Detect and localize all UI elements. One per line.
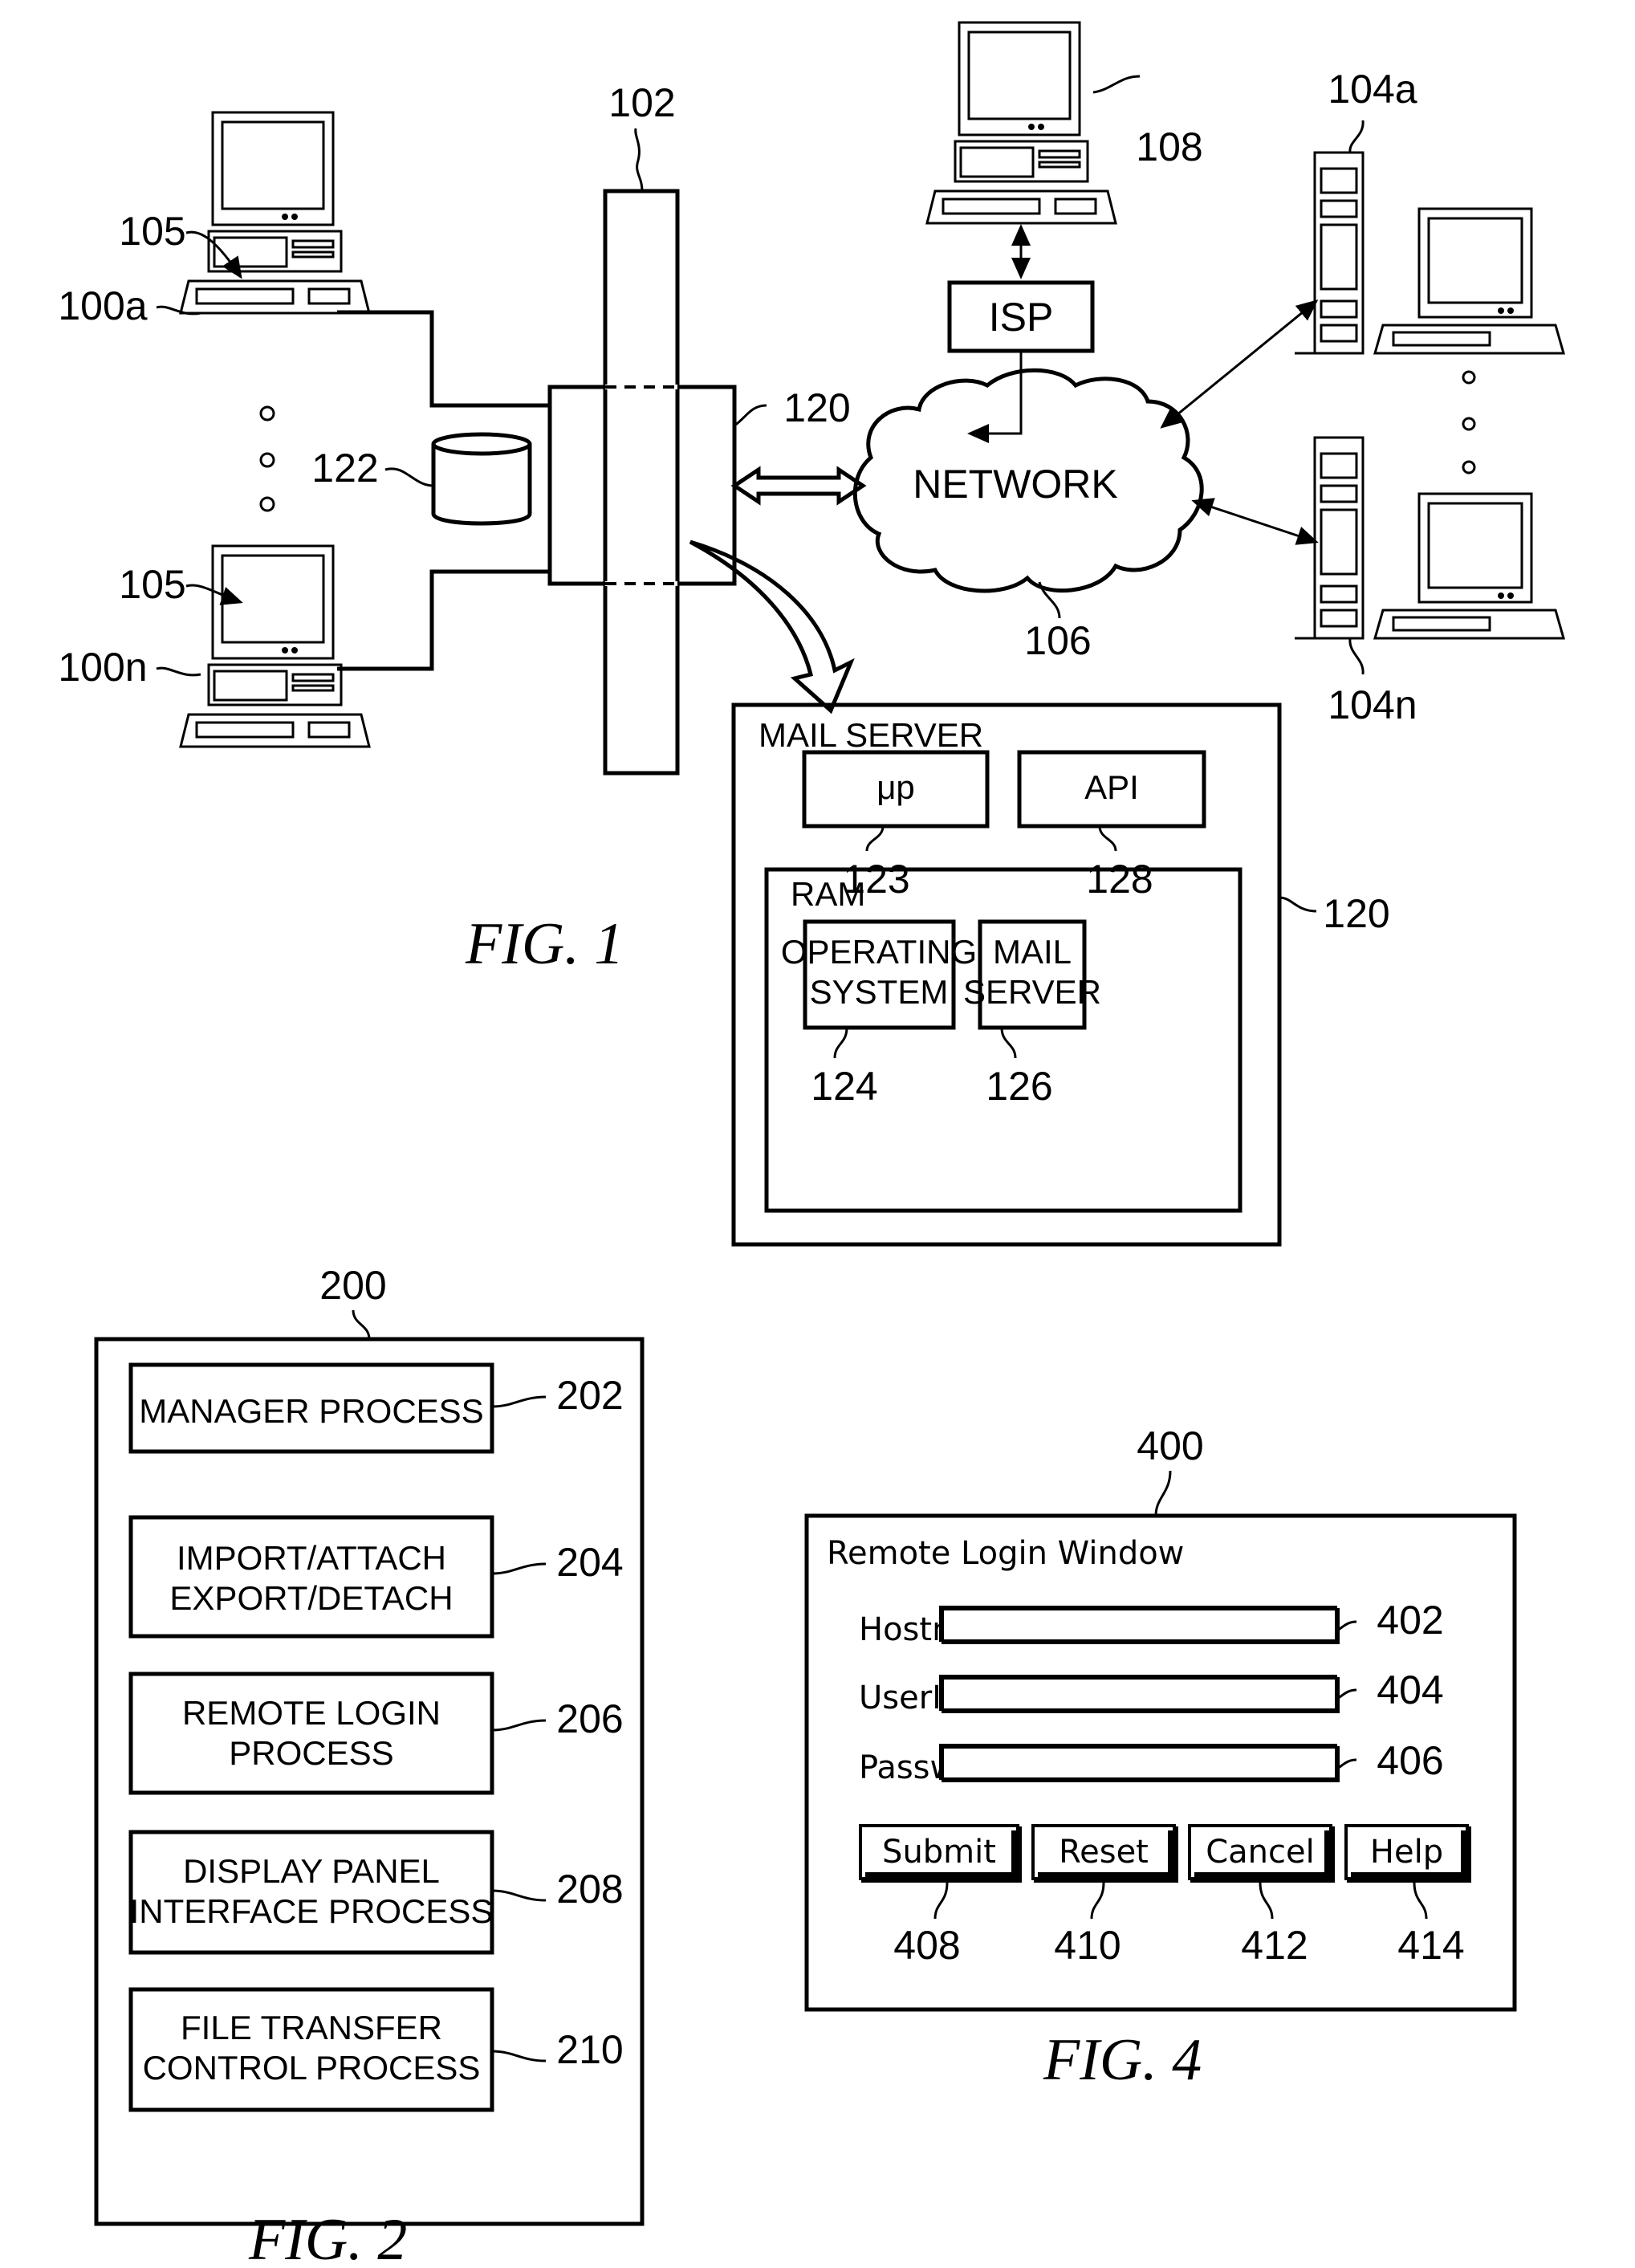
desktop-computer-icon bbox=[925, 21, 1117, 225]
ellipsis-dot bbox=[1462, 460, 1476, 474]
svg-text:REMOTE LOGIN: REMOTE LOGIN bbox=[182, 1694, 441, 1732]
ref-100n: 100n bbox=[58, 645, 147, 690]
fig4-caption: FIG. 4 bbox=[1043, 2027, 1202, 2093]
database-icon bbox=[431, 432, 532, 526]
userid-input[interactable] bbox=[939, 1675, 1337, 1711]
ref-200: 200 bbox=[319, 1263, 386, 1308]
ref-104n: 104n bbox=[1328, 682, 1417, 727]
ref-100a: 100a bbox=[58, 283, 147, 328]
ref-414: 414 bbox=[1397, 1923, 1464, 1968]
os-label-2: SYSTEM bbox=[810, 973, 949, 1011]
ref-106: 106 bbox=[1024, 618, 1091, 663]
hostname-input[interactable] bbox=[939, 1606, 1337, 1642]
process-item-202: MANAGER PROCESS 202 bbox=[128, 1362, 624, 1454]
bidirectional-arrow-icon bbox=[730, 466, 867, 506]
microprocessor-label: μp bbox=[876, 768, 915, 806]
server-workstation-icon bbox=[1293, 436, 1565, 640]
leader-102 bbox=[634, 128, 644, 192]
svg-text:EXPORT/DETACH: EXPORT/DETACH bbox=[169, 1579, 453, 1617]
ellipsis-dot bbox=[1462, 370, 1476, 385]
ref-128: 128 bbox=[1086, 857, 1153, 902]
desktop-computer-icon bbox=[179, 544, 371, 748]
server-workstation-icon bbox=[1293, 151, 1565, 355]
submit-button[interactable]: Submit bbox=[859, 1824, 1019, 1880]
window-title: Remote Login Window bbox=[827, 1535, 1184, 1572]
network-bus-102 bbox=[603, 189, 680, 776]
fig1-diagram: 102 120 105 100a 122 105 100n 108 ISP NE… bbox=[58, 21, 1565, 1247]
os-label-1: OPERATING bbox=[781, 933, 977, 971]
ellipsis-dot bbox=[259, 496, 275, 512]
ref-410: 410 bbox=[1054, 1923, 1121, 1968]
svg-text:IMPORT/ATTACH: IMPORT/ATTACH bbox=[177, 1539, 446, 1577]
ref-104a: 104a bbox=[1328, 67, 1417, 112]
process-item-206: REMOTE LOGIN PROCESS 206 bbox=[128, 1671, 624, 1795]
process-item-210: FILE TRANSFER CONTROL PROCESS 210 bbox=[128, 1987, 624, 2112]
reset-button[interactable]: Reset bbox=[1031, 1824, 1176, 1880]
patent-drawing-sheet: 102 120 105 100a 122 105 100n 108 ISP NE… bbox=[58, 21, 1565, 2268]
mailsrv-label-1: MAIL bbox=[993, 933, 1072, 971]
mailsrv-label-2: SERVER bbox=[963, 973, 1101, 1011]
ellipsis-dot bbox=[259, 405, 275, 421]
leader-120 bbox=[734, 404, 767, 427]
cancel-button[interactable]: Cancel bbox=[1188, 1824, 1332, 1880]
mail-server-panel: MAIL SERVER μp 123 API 128 RAM OPERATING… bbox=[731, 702, 1282, 1247]
ref-122: 122 bbox=[311, 446, 378, 491]
svg-text:204: 204 bbox=[556, 1540, 623, 1585]
api-label: API bbox=[1084, 768, 1139, 806]
network-label: NETWORK bbox=[913, 462, 1118, 507]
svg-text:PROCESS: PROCESS bbox=[229, 1734, 393, 1772]
link-100a bbox=[337, 310, 550, 408]
ref-105-top: 105 bbox=[119, 209, 185, 254]
help-button[interactable]: Help bbox=[1344, 1824, 1469, 1880]
isp-label: ISP bbox=[989, 295, 1054, 340]
password-input[interactable] bbox=[939, 1744, 1337, 1780]
svg-text:INTERFACE PROCESS: INTERFACE PROCESS bbox=[130, 1892, 494, 1930]
ellipsis-dot bbox=[1462, 417, 1476, 431]
svg-text:FILE TRANSFER: FILE TRANSFER bbox=[181, 2009, 442, 2046]
ref-102: 102 bbox=[608, 80, 675, 125]
ref-412: 412 bbox=[1241, 1923, 1308, 1968]
ref-126: 126 bbox=[986, 1064, 1052, 1109]
ref-404: 404 bbox=[1377, 1667, 1443, 1712]
link-100n bbox=[337, 569, 550, 671]
fig2-caption: FIG. 2 bbox=[248, 2207, 407, 2268]
desktop-computer-icon bbox=[179, 111, 371, 315]
ref-408: 408 bbox=[893, 1923, 960, 1968]
ref-105-bottom: 105 bbox=[119, 562, 185, 607]
svg-text:210: 210 bbox=[556, 2027, 623, 2072]
server-node-120 bbox=[547, 385, 737, 586]
ref-402: 402 bbox=[1377, 1598, 1443, 1643]
ref-400: 400 bbox=[1137, 1423, 1203, 1468]
svg-text:DISPLAY PANEL: DISPLAY PANEL bbox=[183, 1852, 440, 1890]
fig2-diagram: 200 MANAGER PROCESS 202 IMPORT/ATTACH EX… bbox=[94, 1263, 645, 2268]
ref-120-mail: 120 bbox=[1323, 891, 1389, 936]
fig1-caption: FIG. 1 bbox=[465, 911, 624, 977]
ref-120: 120 bbox=[783, 385, 850, 430]
ref-108: 108 bbox=[1136, 124, 1202, 169]
ref-406: 406 bbox=[1377, 1738, 1443, 1783]
ellipsis-dot bbox=[259, 452, 275, 468]
svg-text:202: 202 bbox=[556, 1373, 623, 1418]
svg-text:208: 208 bbox=[556, 1867, 623, 1912]
svg-text:CONTROL PROCESS: CONTROL PROCESS bbox=[143, 2049, 481, 2087]
ref-124: 124 bbox=[811, 1064, 877, 1109]
svg-text:MANAGER PROCESS: MANAGER PROCESS bbox=[139, 1392, 483, 1430]
process-item-208: DISPLAY PANEL INTERFACE PROCESS 208 bbox=[128, 1830, 624, 1955]
mail-server-title: MAIL SERVER bbox=[759, 716, 983, 754]
callout-arrow-icon bbox=[689, 540, 855, 715]
ram-label: RAM bbox=[791, 875, 865, 913]
process-module-panel bbox=[94, 1337, 645, 2226]
process-item-204: IMPORT/ATTACH EXPORT/DETACH 204 bbox=[128, 1515, 624, 1639]
svg-text:206: 206 bbox=[556, 1696, 623, 1741]
